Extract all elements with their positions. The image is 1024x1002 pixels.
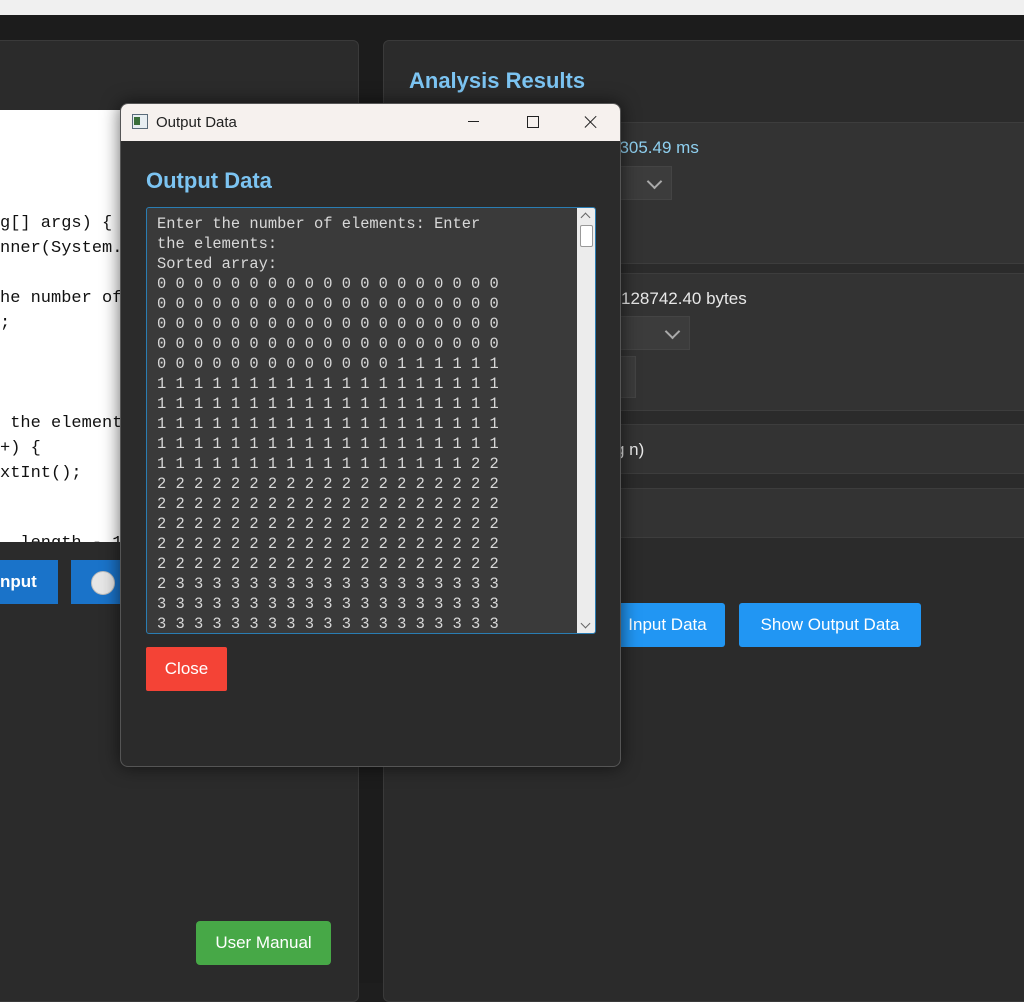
code-line: he number of — [0, 289, 122, 308]
window-title: Output Data — [156, 114, 237, 131]
window-titlebar[interactable]: Output Data — [121, 104, 620, 141]
analysis-title: Analysis Results — [409, 68, 586, 93]
show-input-data-button[interactable]: Input Data — [610, 603, 725, 647]
app-window-icon — [132, 114, 148, 129]
code-line: . length - 1) — [0, 534, 122, 542]
close-button[interactable]: Close — [146, 647, 227, 691]
output-text: Enter the number of elements: Enter the … — [157, 215, 499, 633]
mode-toggle[interactable] — [71, 560, 123, 604]
close-window-button[interactable] — [563, 104, 619, 141]
user-manual-button[interactable]: User Manual — [196, 921, 331, 965]
modal-heading: Output Data — [146, 168, 272, 193]
maximize-button[interactable] — [505, 104, 561, 141]
toggle-knob — [91, 571, 115, 595]
code-line: g[] args) { — [0, 214, 113, 233]
input-button[interactable]: nput — [0, 560, 58, 604]
code-line: nner(System.i — [0, 239, 122, 258]
code-line: +) { — [0, 439, 41, 458]
chevron-down-icon — [664, 323, 681, 340]
code-editor[interactable]: g[] args) { nner(System.i he number of ;… — [0, 110, 122, 542]
code-line: xtInt(); — [0, 464, 82, 483]
output-textarea[interactable]: Enter the number of elements: Enter the … — [146, 207, 596, 634]
memory-dropdown[interactable] — [610, 316, 690, 350]
scroll-down-icon[interactable] — [580, 618, 591, 629]
output-data-window: Output Data Output Data Enter the number… — [120, 103, 621, 767]
input-button-label: nput — [0, 572, 37, 591]
code-line: the elements — [0, 414, 122, 433]
chevron-down-icon — [646, 173, 663, 190]
vertical-scrollbar[interactable] — [577, 208, 595, 633]
scroll-thumb[interactable] — [580, 225, 593, 247]
memory-value: 128742.40 bytes — [621, 289, 747, 308]
code-line: ; — [0, 314, 11, 333]
minimize-button[interactable] — [446, 104, 502, 141]
top-strip — [0, 0, 1024, 15]
show-output-data-button[interactable]: Show Output Data — [739, 603, 921, 647]
scroll-up-icon[interactable] — [580, 212, 591, 223]
execution-time-value: : 305.49 ms — [610, 138, 699, 157]
